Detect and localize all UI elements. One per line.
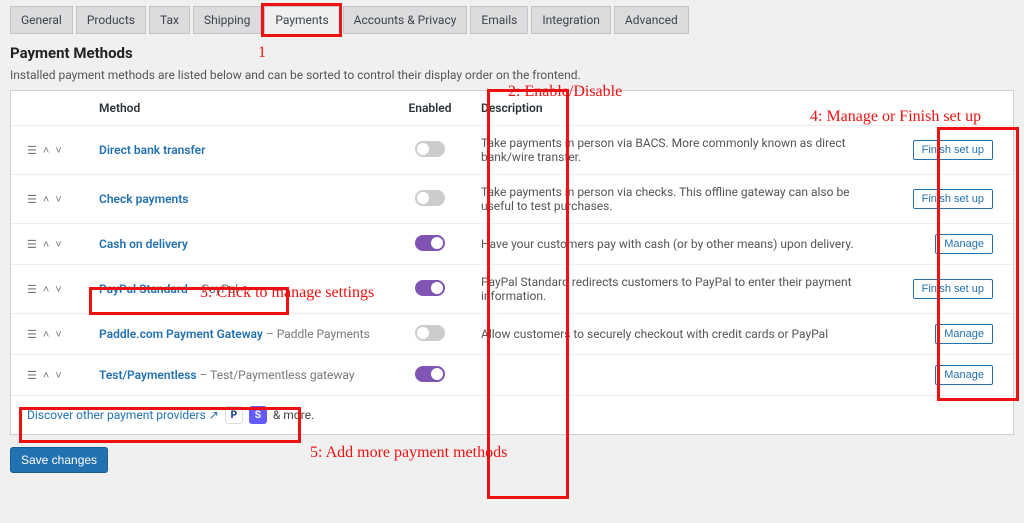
- method-description: PayPal Standard redirects customers to P…: [481, 275, 852, 303]
- table-row: ☰ ˄ ˅ Test/Paymentless – Test/Paymentless g…: [11, 355, 1013, 396]
- drag-handle-icon[interactable]: ☰: [27, 239, 37, 250]
- enabled-toggle[interactable]: [415, 235, 445, 251]
- row-action-button[interactable]: Manage: [935, 365, 993, 385]
- page-title: Payment Methods: [10, 44, 1014, 62]
- tab-advanced[interactable]: Advanced: [614, 6, 689, 34]
- drag-handle-icon[interactable]: ☰: [27, 329, 37, 340]
- col-actions: [893, 91, 1013, 126]
- save-button[interactable]: Save changes: [10, 447, 108, 473]
- page-subtitle: Installed payment methods are listed bel…: [10, 68, 1014, 82]
- row-action-button[interactable]: Finish set up: [913, 279, 993, 299]
- discover-more-text: & more.: [273, 408, 314, 422]
- move-down-icon[interactable]: ˅: [55, 194, 61, 205]
- move-up-icon[interactable]: ˄: [43, 145, 49, 156]
- row-action-button[interactable]: Manage: [935, 324, 993, 344]
- payment-methods-table: Method Enabled Description ☰ ˄ ˅ Direct ban…: [10, 90, 1014, 435]
- row-action-button[interactable]: Finish set up: [913, 189, 993, 209]
- method-description: Have your customers pay with cash (or by…: [481, 237, 854, 251]
- tab-integration[interactable]: Integration: [531, 6, 611, 34]
- drag-handle-icon[interactable]: ☰: [27, 284, 37, 295]
- col-description: Description: [471, 91, 893, 126]
- drag-handle-icon[interactable]: ☰: [27, 145, 37, 156]
- method-link[interactable]: Cash on delivery: [99, 237, 188, 251]
- tab-emails[interactable]: Emails: [470, 6, 528, 34]
- drag-handle-icon[interactable]: ☰: [27, 194, 37, 205]
- col-sort: [11, 91, 89, 126]
- col-method: Method: [89, 91, 389, 126]
- drag-handle-icon[interactable]: ☰: [27, 370, 37, 381]
- method-link[interactable]: Test/Paymentless: [99, 368, 197, 382]
- method-subtitle: – PayPal: [188, 282, 238, 296]
- move-up-icon[interactable]: ˄: [43, 194, 49, 205]
- method-subtitle: – Test/Paymentless gateway: [197, 368, 355, 382]
- table-row: ☰ ˄ ˅ Direct bank transfer Take payments in …: [11, 126, 1013, 175]
- method-link[interactable]: Paddle.com Payment Gateway: [99, 327, 263, 341]
- method-link[interactable]: Check payments: [99, 192, 188, 206]
- move-down-icon[interactable]: ˅: [55, 239, 61, 250]
- annotation-5: 5: Add more payment methods: [310, 444, 507, 462]
- row-action-button[interactable]: Manage: [935, 234, 993, 254]
- method-description: Take payments in person via checks. This…: [481, 185, 850, 213]
- tab-shipping[interactable]: Shipping: [193, 6, 261, 34]
- tab-accounts-privacy[interactable]: Accounts & Privacy: [343, 6, 468, 34]
- paypal-icon: P: [225, 406, 243, 424]
- move-up-icon[interactable]: ˄: [43, 284, 49, 295]
- enabled-toggle[interactable]: [415, 190, 445, 206]
- discover-link[interactable]: Discover other payment providers ↗: [27, 408, 219, 422]
- discover-bar: Discover other payment providers ↗ P S &…: [11, 395, 1013, 434]
- settings-page: GeneralProductsTaxShippingPaymentsAccoun…: [0, 6, 1024, 483]
- table-row: ☰ ˄ ˅ Check payments Take payments in person…: [11, 175, 1013, 224]
- method-link[interactable]: Direct bank transfer: [99, 143, 205, 157]
- tab-products[interactable]: Products: [76, 6, 146, 34]
- enabled-toggle[interactable]: [415, 366, 445, 382]
- enabled-toggle[interactable]: [415, 141, 445, 157]
- method-subtitle: – Paddle Payments: [263, 327, 370, 341]
- move-up-icon[interactable]: ˄: [43, 239, 49, 250]
- method-link[interactable]: PayPal Standard: [99, 282, 188, 296]
- external-link-icon: ↗: [209, 408, 219, 422]
- move-down-icon[interactable]: ˅: [55, 329, 61, 340]
- method-description: Allow customers to securely checkout wit…: [481, 327, 828, 341]
- tab-general[interactable]: General: [10, 6, 73, 34]
- enabled-toggle[interactable]: [415, 325, 445, 341]
- row-action-button[interactable]: Finish set up: [913, 140, 993, 160]
- settings-tabs: GeneralProductsTaxShippingPaymentsAccoun…: [10, 6, 1014, 34]
- move-up-icon[interactable]: ˄: [43, 329, 49, 340]
- move-up-icon[interactable]: ˄: [43, 370, 49, 381]
- move-down-icon[interactable]: ˅: [55, 145, 61, 156]
- table-row: ☰ ˄ ˅ PayPal Standard – PayPal PayPal Standa…: [11, 265, 1013, 314]
- enabled-toggle[interactable]: [415, 280, 445, 296]
- move-down-icon[interactable]: ˅: [55, 370, 61, 381]
- table-row: ☰ ˄ ˅ Paddle.com Payment Gateway – Paddle P…: [11, 314, 1013, 355]
- method-description: Take payments in person via BACS. More c…: [481, 136, 846, 164]
- col-enabled: Enabled: [389, 91, 471, 126]
- tab-tax[interactable]: Tax: [149, 6, 190, 34]
- table-row: ☰ ˄ ˅ Cash on delivery Have your customers p…: [11, 224, 1013, 265]
- stripe-icon: S: [249, 406, 267, 424]
- tab-payments[interactable]: Payments: [264, 6, 339, 34]
- move-down-icon[interactable]: ˅: [55, 284, 61, 295]
